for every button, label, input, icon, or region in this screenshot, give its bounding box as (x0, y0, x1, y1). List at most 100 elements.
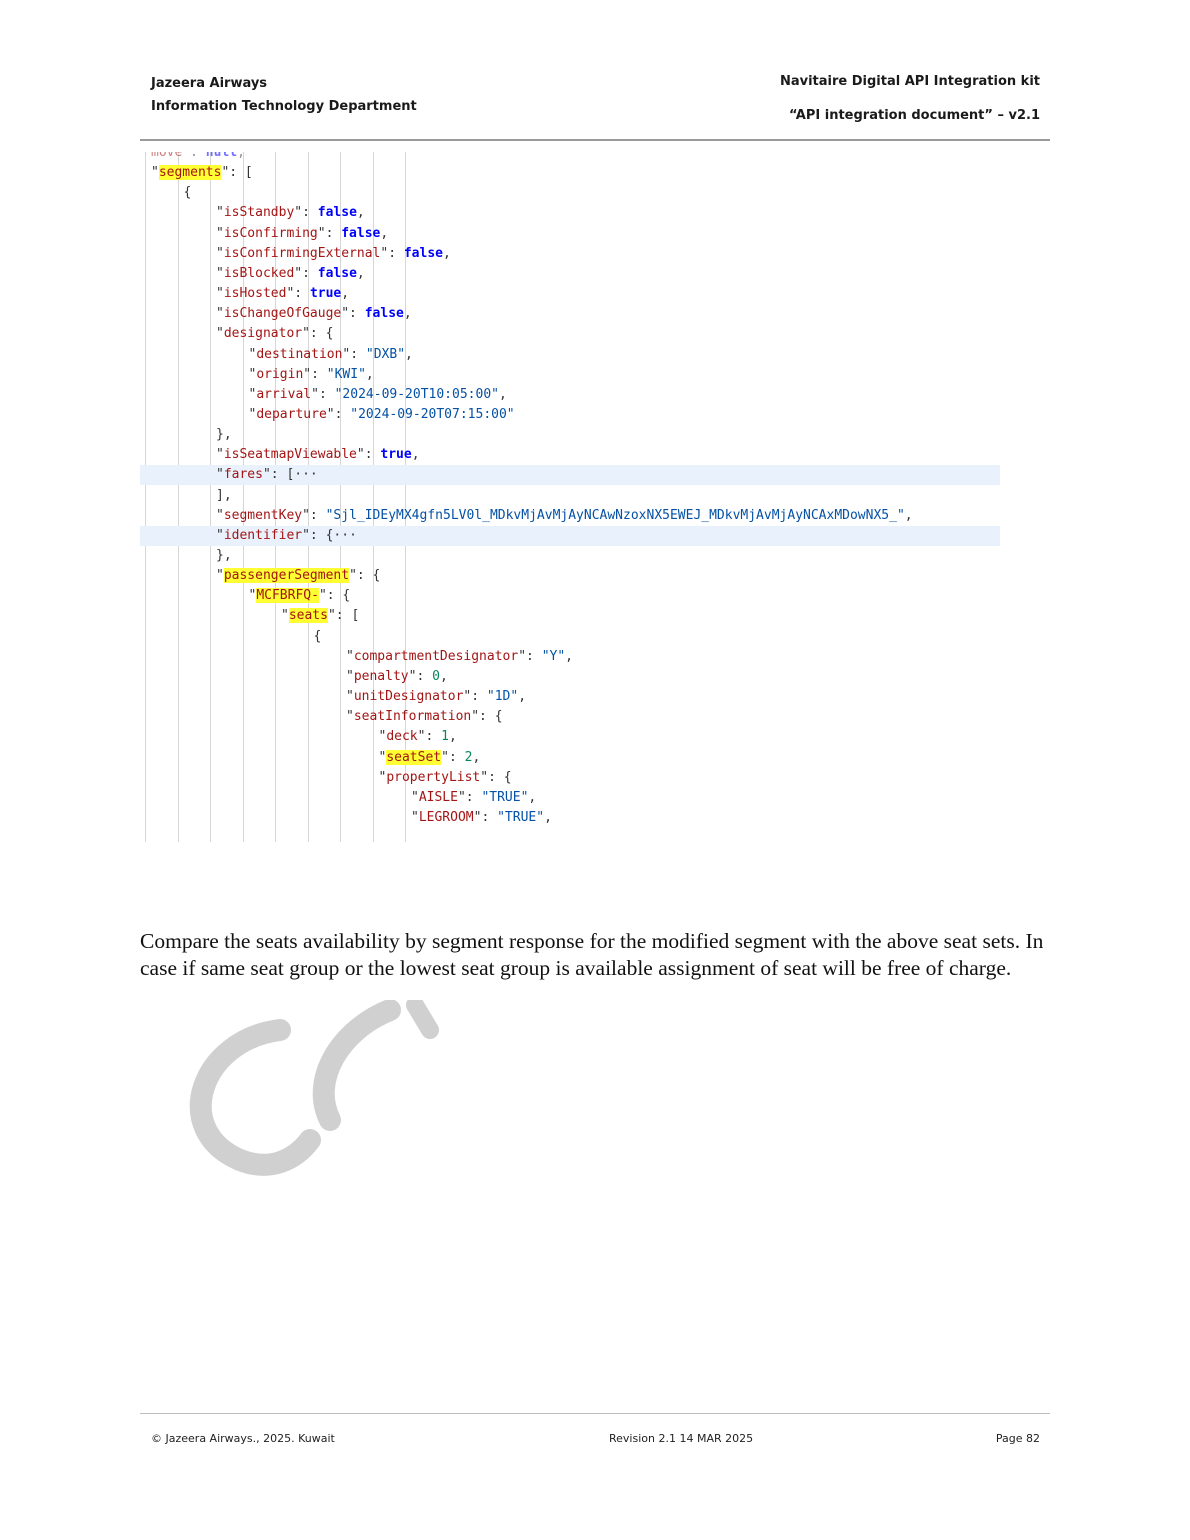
json-literal: false (317, 265, 357, 281)
json-key: isStandby (223, 205, 295, 221)
code-line: "seats": [ (281, 606, 359, 626)
watermark-stroke-3 (406, 1000, 439, 1039)
json-key: identifier (223, 527, 303, 543)
json-punctuation: " (216, 286, 224, 302)
json-key: propertyList (386, 769, 481, 785)
json-punctuation: " (216, 527, 224, 543)
footer-page-number: Page 82 (995, 1432, 1040, 1445)
json-punctuation: , (439, 668, 448, 684)
json-punctuation: , (365, 366, 374, 382)
code-line: "isSeatmapViewable": true, (216, 445, 420, 465)
json-key: isBlocked (223, 265, 295, 281)
json-number: 1 (441, 729, 449, 745)
header-divider (140, 139, 1050, 141)
json-punctuation: ": { (302, 326, 334, 342)
json-punctuation: , (528, 789, 537, 805)
json-key: MCFBRFQ- (256, 588, 319, 604)
code-line: "compartmentDesignator": "Y", (346, 647, 573, 667)
json-punctuation: " (411, 789, 419, 805)
json-punctuation: , (904, 507, 913, 523)
json-key: arrival (256, 386, 312, 402)
json-key: penalty (353, 668, 409, 684)
json-punctuation: " (216, 306, 224, 322)
code-line: "isStandby": false, (216, 203, 365, 223)
kit-title: Navitaire Digital API Integration kit (779, 74, 1040, 89)
json-punctuation: , (403, 306, 412, 322)
json-literal: false (317, 205, 357, 221)
json-punctuation: " (216, 245, 224, 261)
json-key: isSeatmapViewable (223, 447, 357, 463)
json-string: "1D" (486, 689, 519, 705)
json-literal: false (403, 245, 443, 261)
json-key: isConfirming (223, 225, 318, 241)
json-literal: false (364, 306, 404, 322)
code-line: "passengerSegment": { (216, 566, 380, 586)
json-key: seatSet (386, 749, 442, 765)
json-key: unitDesignator (353, 689, 464, 705)
json-punctuation: ": (286, 286, 310, 302)
json-punctuation: ": (463, 689, 487, 705)
json-key: seatInformation (353, 709, 472, 725)
json-key: isChangeOfGauge (223, 306, 342, 322)
json-punctuation: ": (518, 648, 542, 664)
json-key: designator (223, 326, 303, 342)
json-punctuation: ": (303, 366, 327, 382)
json-code-screenshot: move : null, "segments": [{"isStandby": f… (140, 152, 1000, 844)
json-punctuation: ": (326, 406, 351, 422)
document-title: “API integration document” – v2.1 (788, 108, 1040, 123)
json-punctuation: ": (356, 447, 381, 463)
watermark-arc-1 (189, 1019, 321, 1176)
json-key: fares (223, 467, 263, 483)
watermark-stamp (189, 1000, 439, 1176)
json-punctuation: ": { (480, 769, 512, 785)
json-punctuation: " (151, 165, 159, 181)
json-string: "2024-09-20T10:05:00" (334, 386, 499, 402)
json-punctuation: , (443, 245, 451, 261)
code-line: "fares": [··· (216, 465, 318, 485)
json-literal: true (309, 286, 342, 302)
json-punctuation: ": [ (327, 608, 360, 624)
json-key: segmentKey (223, 507, 303, 523)
code-line: "unitDesignator": "1D", (346, 687, 526, 707)
json-literal: false (341, 225, 381, 241)
json-punctuation: , (237, 152, 245, 160)
json-punctuation: " (346, 709, 354, 725)
json-punctuation: " (346, 689, 354, 705)
json-string: "2024-09-20T07:15:00" (350, 406, 515, 422)
json-punctuation: ": { (471, 709, 503, 725)
json-literal: null (205, 152, 238, 160)
json-key: move (151, 152, 183, 160)
code-line: "segments": [ (151, 163, 253, 183)
json-punctuation: ": (294, 265, 318, 281)
json-punctuation: " (216, 467, 224, 483)
json-punctuation: " (216, 568, 224, 584)
json-punctuation: " (216, 265, 224, 281)
indent-guide (210, 152, 211, 842)
code-line: { (184, 183, 192, 203)
json-punctuation: ": [ (221, 165, 253, 181)
json-key: passengerSegment (223, 568, 350, 584)
json-punctuation: ": [··· (262, 467, 318, 483)
json-punctuation: ": { (349, 568, 381, 584)
json-punctuation: , (565, 648, 573, 664)
code-line: "destination": "DXB", (249, 345, 413, 365)
department-name: Information Technology Department (151, 99, 417, 114)
footer-divider (140, 1413, 1050, 1414)
json-key: LEGROOM (418, 809, 474, 825)
code-line: "isConfirming": false, (216, 224, 388, 244)
json-punctuation: " (346, 668, 354, 684)
json-punctuation: , (356, 205, 365, 221)
json-number: 0 (432, 668, 440, 684)
json-punctuation: ": (408, 668, 433, 684)
json-punctuation: , (544, 809, 552, 825)
code-line: "isBlocked": false, (216, 264, 365, 284)
body-paragraph: Compare the seats availability by segmen… (140, 929, 1044, 980)
json-key: seats (288, 608, 328, 624)
json-punctuation: " (216, 326, 224, 342)
code-line: "seatSet": 2, (379, 748, 480, 768)
json-key: isConfirmingExternal (223, 245, 381, 261)
json-punctuation: ": (294, 205, 318, 221)
code-line: "propertyList": { (379, 768, 512, 788)
json-punctuation: , (380, 225, 389, 241)
json-string: "Y" (541, 648, 566, 664)
